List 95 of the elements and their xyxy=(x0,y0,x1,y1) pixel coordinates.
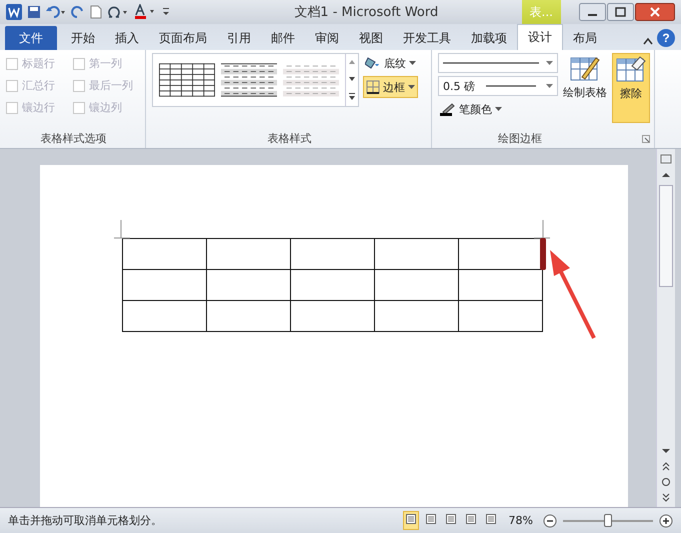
page-view-icon xyxy=(444,513,457,525)
zoom-percent[interactable]: 78% xyxy=(508,514,533,527)
crop-mark-icon xyxy=(114,220,130,240)
page-view-icon xyxy=(484,513,497,525)
line-weight-dropdown[interactable]: 0.5 磅 xyxy=(438,76,558,96)
line-sample-icon xyxy=(486,84,536,88)
previous-page-icon[interactable] xyxy=(661,461,671,471)
ribbon-tab[interactable]: 视图 xyxy=(349,26,393,50)
crop-mark-icon xyxy=(534,220,550,240)
ribbon-tab[interactable]: 审阅 xyxy=(305,26,349,50)
table-cell[interactable] xyxy=(123,301,207,332)
zoom-out-button[interactable] xyxy=(543,514,557,528)
minimize-button[interactable] xyxy=(579,3,606,21)
page-view-icon xyxy=(424,513,437,525)
shading-button[interactable]: 底纹 xyxy=(363,53,418,73)
table-cell[interactable] xyxy=(291,301,375,332)
table-cell[interactable] xyxy=(207,270,291,301)
table-cell[interactable] xyxy=(291,270,375,301)
zoom-in-button[interactable] xyxy=(659,514,673,528)
line-style-dropdown[interactable] xyxy=(438,53,558,73)
font-color-icon[interactable] xyxy=(134,4,156,20)
dialog-launcher-icon[interactable] xyxy=(642,135,650,143)
next-page-icon[interactable] xyxy=(661,493,671,503)
status-message: 单击并拖动可取消单元格划分。 xyxy=(8,513,163,528)
checkbox-label: 标题行 xyxy=(22,56,55,71)
ribbon-tab[interactable]: 设计 xyxy=(517,24,563,50)
table-cell[interactable] xyxy=(207,301,291,332)
word-logo-icon[interactable] xyxy=(6,4,22,20)
maximize-button[interactable] xyxy=(607,3,634,21)
borders-button[interactable]: 边框 xyxy=(363,76,418,98)
save-icon[interactable] xyxy=(27,5,41,19)
table-cell[interactable] xyxy=(375,270,459,301)
scroll-down-icon[interactable] xyxy=(661,447,671,455)
scroll-up-icon[interactable] xyxy=(661,171,671,179)
view-mode-button[interactable] xyxy=(402,511,419,530)
ribbon-tab[interactable]: 页面布局 xyxy=(149,26,217,50)
ribbon-tab[interactable]: 邮件 xyxy=(261,26,305,50)
eraser-cursor-icon xyxy=(540,238,546,270)
pen-color-button[interactable]: 笔颜色 xyxy=(438,99,558,119)
table-cell[interactable] xyxy=(375,239,459,270)
ribbon-tab[interactable]: 开始 xyxy=(61,26,105,50)
table-eraser-icon xyxy=(616,56,646,84)
ribbon-tab[interactable]: 开发工具 xyxy=(393,26,461,50)
ribbon-tab[interactable]: 插入 xyxy=(105,26,149,50)
page-view-icon xyxy=(404,513,417,525)
table-pencil-icon xyxy=(570,55,600,83)
table-cell[interactable] xyxy=(123,270,207,301)
checkbox-label: 最后一列 xyxy=(89,78,133,93)
gallery-more-icon[interactable] xyxy=(348,92,356,102)
group-label: 绘图边框 xyxy=(498,131,542,147)
browse-object-icon[interactable] xyxy=(661,477,671,487)
redo-icon[interactable] xyxy=(71,5,85,19)
ribbon-tab[interactable]: 加载项 xyxy=(461,26,517,50)
ribbon-tab[interactable]: 文件 xyxy=(5,26,57,50)
checkbox-label: 镶边行 xyxy=(22,100,55,115)
table-cell[interactable] xyxy=(375,301,459,332)
table-cell[interactable] xyxy=(207,239,291,270)
caret-icon xyxy=(408,84,415,90)
ribbon-tab[interactable]: 布局 xyxy=(563,26,607,50)
table-cell[interactable] xyxy=(459,270,543,301)
caret-icon xyxy=(409,60,416,66)
undo-icon[interactable] xyxy=(46,5,66,19)
group-label: 表格样式选项 xyxy=(40,131,108,147)
banded-table-style-thumbnail[interactable] xyxy=(221,61,277,99)
contextual-tab-label: 表... xyxy=(522,0,561,24)
gallery-down-icon[interactable] xyxy=(348,74,356,83)
line-sample-icon xyxy=(443,61,539,65)
pen-icon xyxy=(440,102,456,116)
checkbox-label: 镶边列 xyxy=(89,100,122,115)
new-document-icon[interactable] xyxy=(90,5,102,19)
page-view-icon xyxy=(464,513,477,525)
window-title: 文档1 - Microsoft Word xyxy=(293,4,440,21)
ribbon-tab[interactable]: 引用 xyxy=(217,26,261,50)
help-button[interactable]: ? xyxy=(657,29,675,47)
zoom-slider-thumb[interactable] xyxy=(604,514,612,526)
draw-table-button[interactable]: 绘制表格 xyxy=(564,53,606,123)
omega-symbol-icon[interactable] xyxy=(107,5,129,19)
caret-icon xyxy=(546,84,553,88)
caret-icon xyxy=(495,106,502,112)
table-cell[interactable] xyxy=(123,239,207,270)
gallery-up-icon[interactable] xyxy=(348,58,356,66)
eraser-button[interactable]: 擦除 xyxy=(612,53,650,123)
table-cell[interactable] xyxy=(459,301,543,332)
close-button[interactable] xyxy=(635,3,675,21)
checkbox-label: 第一列 xyxy=(89,56,122,71)
checkbox-label: 汇总行 xyxy=(22,78,55,93)
paint-bucket-icon xyxy=(365,56,381,70)
group-label: 表格样式 xyxy=(266,131,312,147)
caret-icon xyxy=(546,60,553,66)
scrollbar-thumb[interactable] xyxy=(659,185,673,287)
ruler-toggle-icon[interactable] xyxy=(660,153,672,165)
grid-table-style-thumbnail[interactable] xyxy=(159,61,215,99)
table-cell[interactable] xyxy=(291,239,375,270)
border-grid-icon xyxy=(366,80,380,94)
collapse-ribbon-icon[interactable] xyxy=(642,36,654,46)
